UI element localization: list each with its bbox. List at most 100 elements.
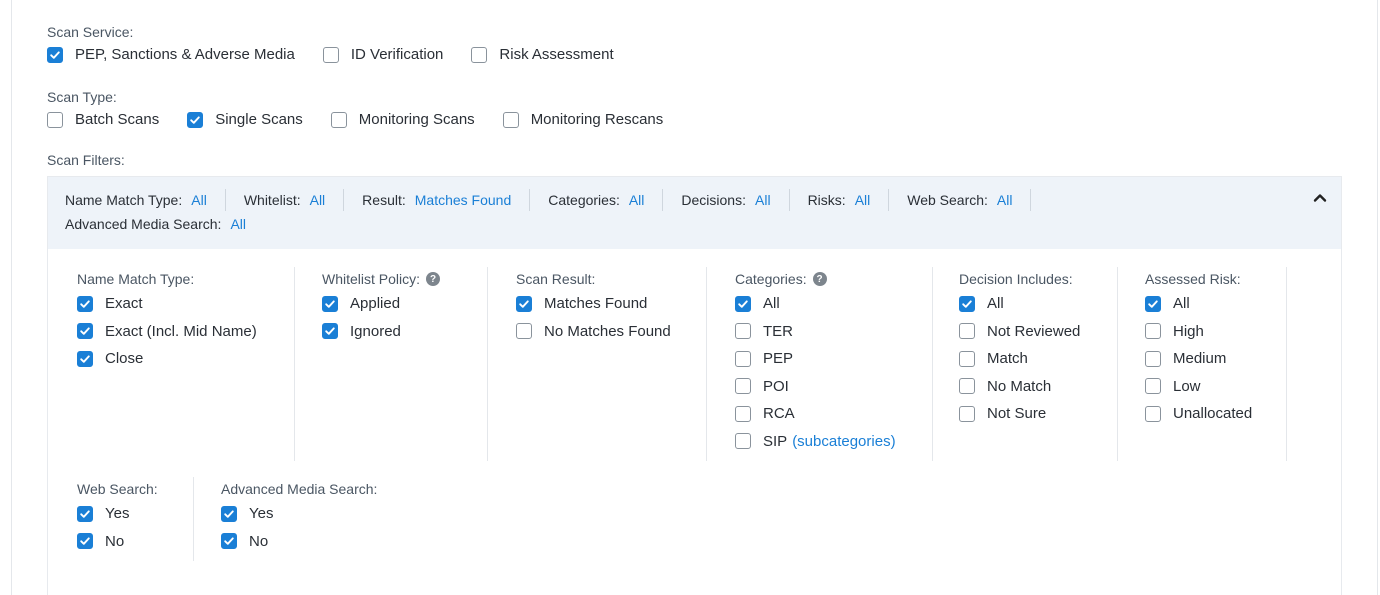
checkbox[interactable] xyxy=(1145,350,1161,367)
scan-service-option-risk-assessment[interactable]: Risk Assessment xyxy=(471,46,614,63)
check-icon xyxy=(224,510,234,518)
check-icon xyxy=(962,300,972,308)
check-icon xyxy=(325,327,335,335)
checkbox[interactable] xyxy=(1145,295,1161,312)
option-sip[interactable]: SIP (subcategories) xyxy=(735,428,896,456)
subcategories-link[interactable]: (subcategories) xyxy=(792,433,895,450)
option-all[interactable]: All xyxy=(959,290,1080,318)
scan-service-option-id-verification[interactable]: ID Verification xyxy=(322,46,443,63)
option-label: Low xyxy=(1173,377,1201,395)
option-high[interactable]: High xyxy=(1145,318,1252,346)
checkbox[interactable] xyxy=(959,350,975,367)
checkbox[interactable] xyxy=(77,505,93,522)
option-all[interactable]: All xyxy=(1145,290,1252,318)
checkbox[interactable] xyxy=(330,111,347,128)
option-no[interactable]: No xyxy=(221,528,377,556)
option-not-reviewed[interactable]: Not Reviewed xyxy=(959,318,1080,346)
checkbox[interactable] xyxy=(47,46,63,63)
option-ignored[interactable]: Ignored xyxy=(322,318,440,346)
option-no-match[interactable]: No Match xyxy=(959,373,1080,401)
checkbox[interactable] xyxy=(959,295,975,312)
option-medium[interactable]: Medium xyxy=(1145,345,1252,373)
checkbox[interactable] xyxy=(322,323,338,340)
checkbox[interactable] xyxy=(77,295,93,312)
option-exact[interactable]: Exact xyxy=(77,290,257,318)
group-header: Assessed Risk: xyxy=(1145,271,1241,287)
checkbox[interactable] xyxy=(735,295,751,312)
checkbox[interactable] xyxy=(516,295,532,312)
checkbox[interactable] xyxy=(1145,378,1161,395)
summary-key: Web Search: xyxy=(907,192,988,208)
checkbox[interactable] xyxy=(735,405,751,422)
scan-type-option-monitoring[interactable]: Monitoring Scans xyxy=(330,111,475,128)
checkbox[interactable] xyxy=(221,505,237,522)
summary-value: All xyxy=(755,192,771,208)
summary-value: All xyxy=(996,192,1013,208)
option-match[interactable]: Match xyxy=(959,345,1080,373)
checkbox[interactable] xyxy=(1145,405,1161,422)
scan-type-option-batch[interactable]: Batch Scans xyxy=(47,111,159,128)
checkbox[interactable] xyxy=(47,111,63,128)
option-poi[interactable]: POI xyxy=(735,373,896,401)
option-yes[interactable]: Yes xyxy=(77,500,158,528)
option-yes[interactable]: Yes xyxy=(221,500,377,528)
option-rca[interactable]: RCA xyxy=(735,400,896,428)
checkbox-label: Risk Assessment xyxy=(499,46,614,63)
checkbox[interactable] xyxy=(322,295,338,312)
checkbox[interactable] xyxy=(735,350,751,367)
option-ter[interactable]: TER xyxy=(735,318,896,346)
group-scan-result: Scan Result: Matches Found No Matches Fo… xyxy=(516,270,671,345)
filter-summary-bar[interactable]: Name Match Type: All Whitelist: All Result… xyxy=(48,177,1341,249)
checkbox[interactable] xyxy=(77,350,93,367)
checkbox[interactable] xyxy=(471,46,488,63)
check-icon xyxy=(50,50,60,59)
checkbox[interactable] xyxy=(187,111,204,128)
option-label: No xyxy=(105,532,125,550)
checkbox[interactable] xyxy=(735,378,751,395)
checkbox[interactable] xyxy=(959,378,975,395)
scan-filters-label: Scan Filters: xyxy=(47,152,125,168)
checkbox[interactable] xyxy=(959,405,975,422)
summary-key: Risks: xyxy=(807,192,846,208)
group-header-text: Whitelist Policy: xyxy=(322,271,421,287)
checkbox[interactable] xyxy=(959,323,975,340)
scan-type-option-monitoring-rescans[interactable]: Monitoring Rescans xyxy=(502,111,663,128)
question-circle-icon[interactable]: ? xyxy=(812,272,827,286)
option-applied[interactable]: Applied xyxy=(322,290,440,318)
summary-result: Result: Matches Found xyxy=(362,192,511,208)
option-matches-found[interactable]: Matches Found xyxy=(516,290,671,318)
checkbox[interactable] xyxy=(735,323,751,340)
option-unallocated[interactable]: Unallocated xyxy=(1145,400,1252,428)
option-all[interactable]: All xyxy=(735,290,896,318)
option-close[interactable]: Close xyxy=(77,345,257,373)
option-low[interactable]: Low xyxy=(1145,373,1252,401)
group-header: Whitelist Policy:? xyxy=(322,270,441,288)
group-categories: Categories:? All TER PEP POI RCA SIP (sub… xyxy=(735,270,896,455)
checkbox[interactable] xyxy=(77,323,93,340)
summary-key: Whitelist: xyxy=(243,192,301,208)
checkbox[interactable] xyxy=(77,533,93,550)
option-no-matches-found[interactable]: No Matches Found xyxy=(516,318,671,346)
scan-type-option-single[interactable]: Single Scans xyxy=(187,111,303,128)
summary-key: Advanced Media Search: xyxy=(65,216,222,232)
checkbox[interactable] xyxy=(221,533,237,550)
option-no[interactable]: No xyxy=(77,528,158,556)
check-icon xyxy=(80,327,90,335)
summary-advanced-media-search: Advanced Media Search: All xyxy=(65,216,246,232)
option-label: Unallocated xyxy=(1173,405,1253,423)
check-icon xyxy=(738,300,748,308)
question-circle-icon[interactable]: ? xyxy=(426,272,441,286)
checkbox[interactable] xyxy=(735,433,751,450)
option-label: Not Sure xyxy=(987,405,1047,423)
summary-value: All xyxy=(191,192,207,208)
option-not-sure[interactable]: Not Sure xyxy=(959,400,1080,428)
checkbox[interactable] xyxy=(322,46,339,63)
chevron-up-icon[interactable] xyxy=(1311,189,1329,207)
scan-service-option-pep[interactable]: PEP, Sanctions & Adverse Media xyxy=(47,46,295,63)
checkbox[interactable] xyxy=(1145,323,1161,340)
group-whitelist-policy: Whitelist Policy:? Applied Ignored xyxy=(322,270,441,346)
option-pep[interactable]: PEP xyxy=(735,345,896,373)
checkbox[interactable] xyxy=(502,111,519,128)
checkbox[interactable] xyxy=(516,323,532,340)
option-exact-incl-mid-name[interactable]: Exact (Incl. Mid Name) xyxy=(77,318,257,346)
